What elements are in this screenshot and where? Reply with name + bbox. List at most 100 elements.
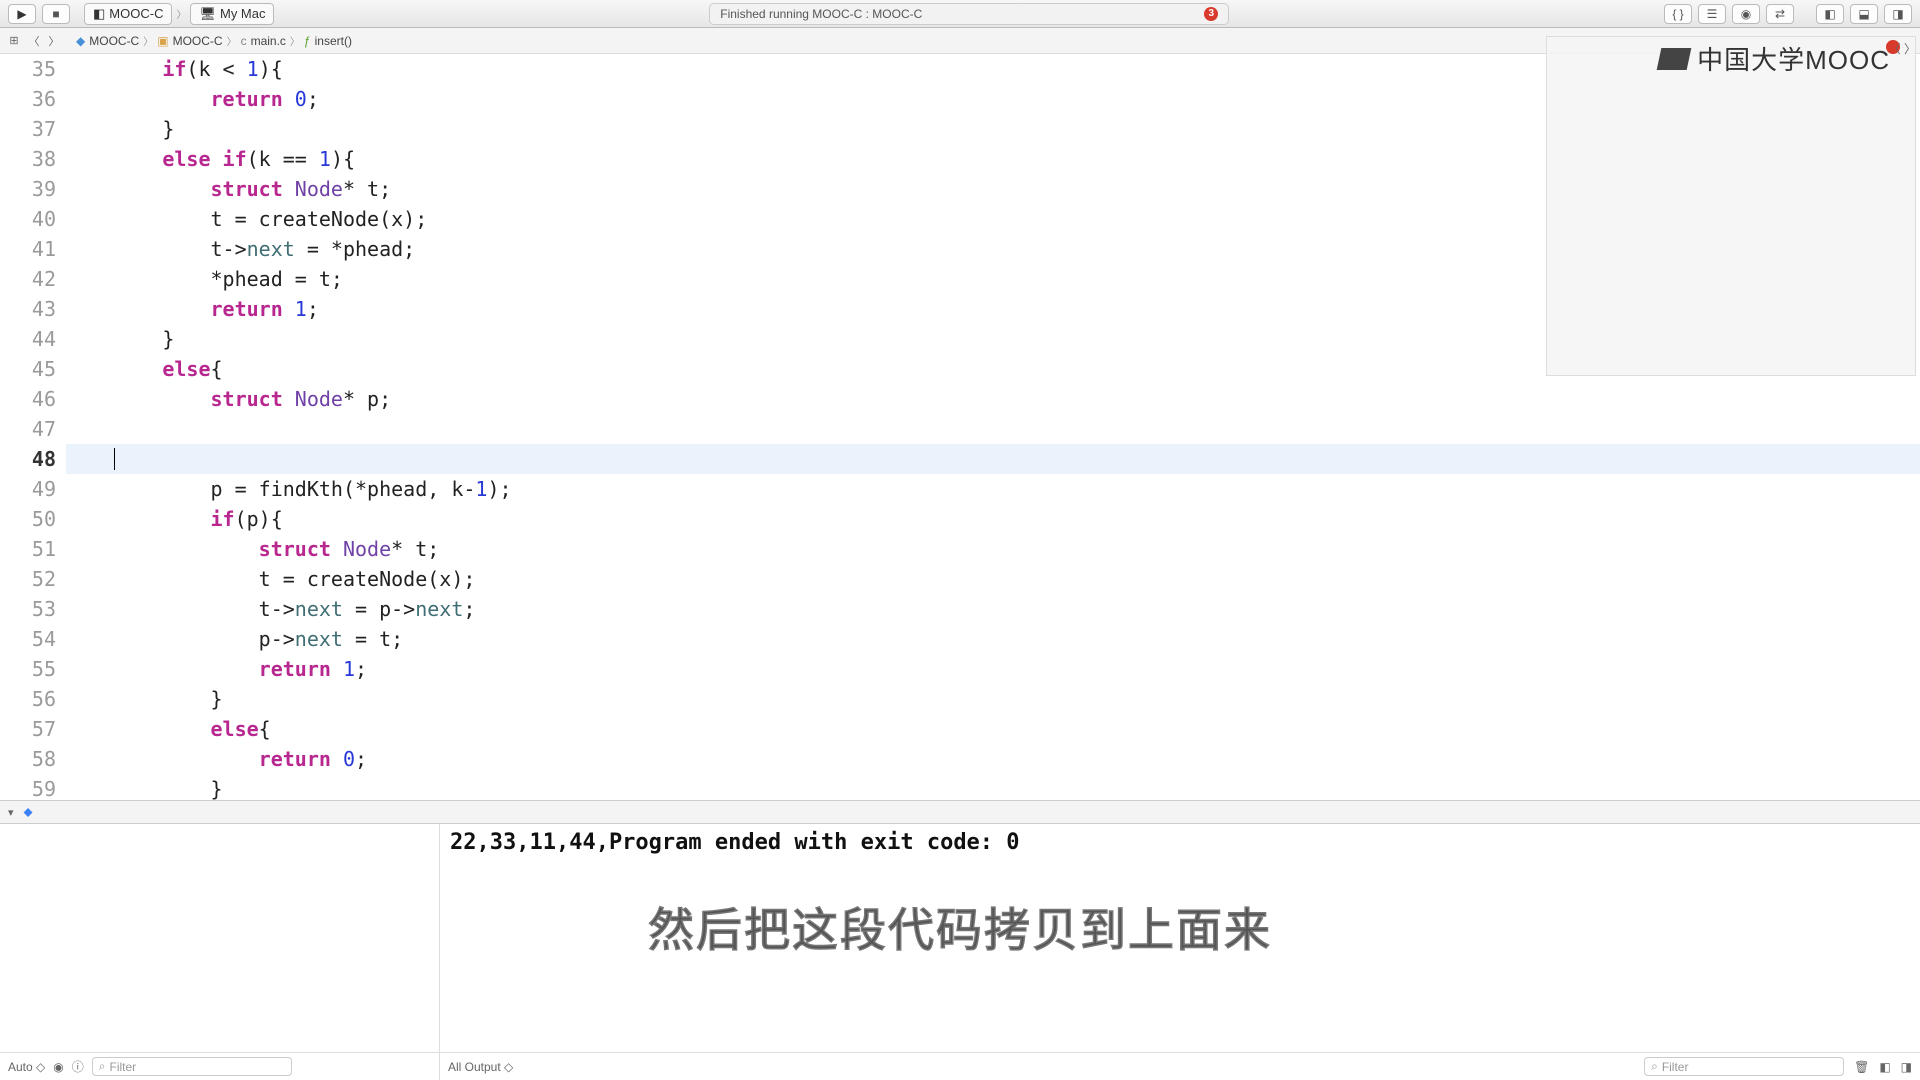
run-button[interactable]: ▶ — [8, 4, 36, 24]
breakpoint-toggle-icon[interactable]: ⬥ — [24, 804, 33, 820]
hide-debug-icon[interactable]: ▾ — [8, 806, 14, 819]
line-number: 39 — [0, 174, 56, 204]
line-number: 54 — [0, 624, 56, 654]
line-number: 49 — [0, 474, 56, 504]
scheme-selector[interactable]: ◧ MOOC-C — [84, 3, 172, 25]
console-output-pane: 22,33,11,44,Program ended with exit code… — [440, 824, 1920, 1080]
version-editor-button[interactable]: ⇄ — [1766, 4, 1794, 24]
code-line[interactable]: p->next = t; — [66, 624, 1920, 654]
braces-button[interactable]: { } — [1664, 4, 1692, 24]
line-number: 40 — [0, 204, 56, 234]
project-icon: ◆ — [76, 34, 85, 48]
line-number: 45 — [0, 354, 56, 384]
standard-editor-button[interactable]: ☰ — [1698, 4, 1726, 24]
left-panel-toggle[interactable]: ◧ — [1816, 4, 1844, 24]
crumb-symbol[interactable]: insert() — [315, 34, 352, 48]
code-line[interactable]: } — [66, 684, 1920, 714]
scheme-icon: ◧ — [93, 6, 105, 22]
scheme-project-label: MOOC-C — [109, 6, 163, 21]
line-number: 58 — [0, 744, 56, 774]
crumb-project[interactable]: MOOC-C — [89, 34, 139, 48]
line-number-gutter: 3536373839404142434445464748495051525354… — [0, 54, 66, 800]
chevron-right-icon: 〉 — [143, 33, 153, 48]
mooc-logo: 中国大学MOOC — [1659, 40, 1890, 77]
chevron-right-icon: 〉 — [227, 33, 237, 48]
code-line[interactable] — [66, 414, 1920, 444]
line-number: 42 — [0, 264, 56, 294]
function-icon: ƒ — [304, 34, 311, 48]
right-panel-toggle[interactable]: ◨ — [1884, 4, 1912, 24]
code-line[interactable] — [66, 444, 1920, 474]
filter-icon: ⌕ — [99, 1059, 106, 1074]
line-number: 52 — [0, 564, 56, 594]
error-badge-icon[interactable]: 3 — [1204, 7, 1218, 21]
mooc-logo-text: 中国大学MOOC — [1697, 40, 1890, 77]
console-filter-input[interactable]: ⌕ Filter — [1644, 1057, 1844, 1076]
line-number: 41 — [0, 234, 56, 264]
code-line[interactable]: t->next = p->next; — [66, 594, 1920, 624]
auto-scope-selector[interactable]: Auto ◇ — [8, 1060, 45, 1074]
debug-bar: ▾ ⬥ — [0, 800, 1920, 824]
line-number: 43 — [0, 294, 56, 324]
mooc-logo-icon — [1657, 48, 1692, 70]
bottom-panel-toggle[interactable]: ⬓ — [1850, 4, 1878, 24]
nav-back-button[interactable]: 〈 — [26, 33, 42, 49]
status-text: Finished running MOOC-C : MOOC-C — [720, 7, 922, 21]
line-number: 44 — [0, 324, 56, 354]
variables-footer: Auto ◇ ◉ ⓘ ⌕ Filter — [0, 1052, 439, 1080]
line-number: 55 — [0, 654, 56, 684]
line-number: 47 — [0, 414, 56, 444]
run-destination-selector[interactable]: 🖥 My Mac — [190, 3, 274, 25]
line-number: 57 — [0, 714, 56, 744]
line-number: 51 — [0, 534, 56, 564]
info-icon[interactable]: ⓘ — [72, 1058, 84, 1075]
variables-body[interactable] — [0, 824, 439, 1052]
code-line[interactable]: return 0; — [66, 744, 1920, 774]
line-number: 37 — [0, 114, 56, 144]
debug-area: Auto ◇ ◉ ⓘ ⌕ Filter 22,33,11,44,Program … — [0, 824, 1920, 1080]
crumb-file[interactable]: main.c — [251, 34, 286, 48]
console-output-text[interactable]: 22,33,11,44,Program ended with exit code… — [440, 824, 1920, 1052]
chevron-right-icon: 〉 — [176, 6, 186, 21]
line-number: 35 — [0, 54, 56, 84]
line-number: 48 — [0, 444, 56, 474]
line-number: 59 — [0, 774, 56, 800]
trash-icon[interactable]: 🗑 — [1854, 1060, 1869, 1074]
output-scope-selector[interactable]: All Output ◇ — [448, 1060, 513, 1074]
chevron-right-icon: 〉 — [290, 33, 300, 48]
folder-icon: ▣ — [157, 34, 168, 48]
code-line[interactable]: return 1; — [66, 654, 1920, 684]
activity-status: Finished running MOOC-C : MOOC-C 3 — [709, 3, 1229, 25]
variables-filter-placeholder: Filter — [109, 1060, 136, 1074]
crumb-group[interactable]: MOOC-C — [173, 34, 223, 48]
code-line[interactable]: } — [66, 774, 1920, 800]
run-destination-label: My Mac — [220, 6, 266, 21]
code-line[interactable]: t = createNode(x); — [66, 564, 1920, 594]
line-number: 53 — [0, 594, 56, 624]
line-number: 50 — [0, 504, 56, 534]
assistant-editor-button[interactable]: ◉ — [1732, 4, 1760, 24]
variables-filter-input[interactable]: ⌕ Filter — [92, 1057, 292, 1076]
filter-icon: ⌕ — [1651, 1059, 1658, 1074]
code-line[interactable]: if(p){ — [66, 504, 1920, 534]
quicklook-icon[interactable]: ◉ — [53, 1060, 63, 1074]
related-items-icon[interactable]: ⊞ — [6, 33, 22, 49]
mac-icon: 🖥 — [199, 6, 216, 22]
console-right-pane-toggle[interactable]: ◨ — [1901, 1060, 1912, 1074]
line-number: 38 — [0, 144, 56, 174]
stop-button[interactable]: ■ — [42, 4, 70, 24]
console-left-pane-toggle[interactable]: ◧ — [1879, 1060, 1890, 1074]
console-filter-placeholder: Filter — [1662, 1060, 1689, 1074]
variables-view: Auto ◇ ◉ ⓘ ⌕ Filter — [0, 824, 440, 1080]
line-number: 36 — [0, 84, 56, 114]
code-line[interactable]: else{ — [66, 714, 1920, 744]
code-line[interactable]: struct Node* t; — [66, 534, 1920, 564]
line-number: 46 — [0, 384, 56, 414]
code-line[interactable]: struct Node* p; — [66, 384, 1920, 414]
code-line[interactable]: p = findKth(*phead, k-1); — [66, 474, 1920, 504]
nav-forward-button[interactable]: 〉 — [46, 33, 62, 49]
line-number: 56 — [0, 684, 56, 714]
counterpart-nav[interactable]: 〈 〉 — [1889, 40, 1916, 57]
c-file-icon: c — [241, 34, 247, 48]
main-toolbar: ▶ ■ ◧ MOOC-C 〉 🖥 My Mac Finished running… — [0, 0, 1920, 28]
